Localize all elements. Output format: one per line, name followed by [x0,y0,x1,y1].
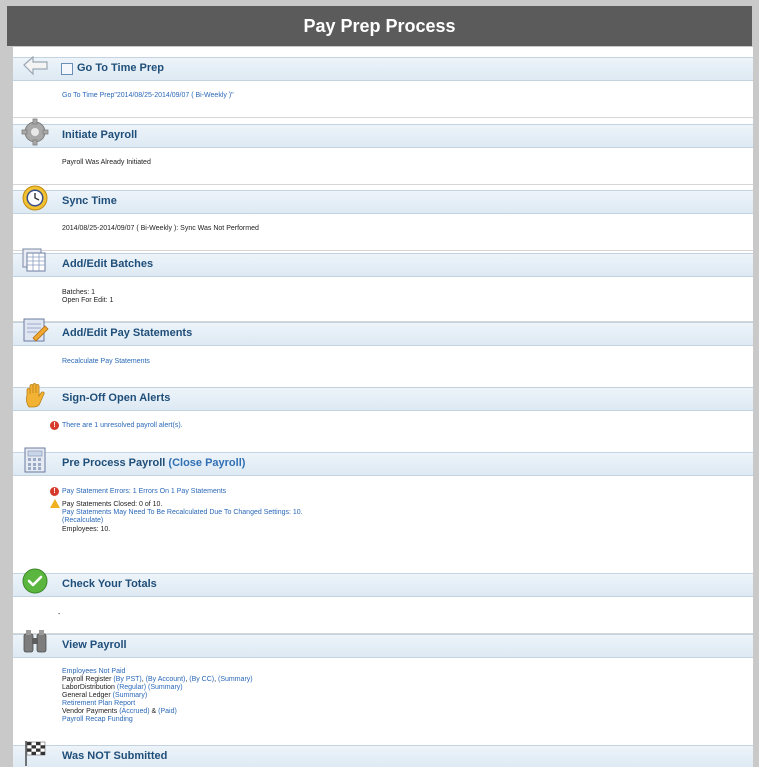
labor-distribution-regular-link[interactable]: (Regular) [117,684,146,691]
page-frame: Pay Prep Process Go To Time Prep Go To T… [0,0,759,767]
retirement-plan-report-link[interactable]: Retirement Plan Report [62,700,135,708]
labor-distribution-row: LaborDistribution (Regular) (Summary) [62,684,183,692]
section-body: Go To Time Prep"2014/08/25-2014/09/07 ( … [13,81,753,118]
sync-status-text: 2014/08/25-2014/09/07 ( Bi-Weekly ): Syn… [62,225,259,232]
unresolved-alerts-link[interactable]: There are 1 unresolved payroll alert(s). [62,422,183,430]
section-title[interactable]: Go To Time Prep [77,62,164,74]
section-title: View Payroll [62,639,127,651]
payroll-register-by-cc-link[interactable]: (By CC) [189,676,214,683]
pay-statement-errors-link[interactable]: Pay Statement Errors: 1 Errors On 1 Pay … [62,488,226,496]
section-header: Check Your Totals [13,568,753,597]
calculator-icon [24,447,46,473]
open-for-edit-count: Open For Edit: 1 [62,297,114,304]
gear-icon [21,118,49,146]
check-circle-icon [22,568,48,594]
section-body: Payroll Was Already Initiated [13,148,753,185]
section-check-your-totals: Check Your Totals - [13,568,753,634]
error-icon: ! [50,487,59,496]
vendor-payments-paid-link[interactable]: (Paid) [158,708,177,715]
section-header[interactable]: Add/Edit Pay Statements [13,318,753,346]
payroll-status-text: Payroll Was Already Initiated [62,159,151,166]
general-ledger-label: General Ledger [62,692,111,699]
edit-document-icon [23,318,49,342]
close-payroll-link[interactable]: (Close Payroll) [168,457,245,469]
section-title[interactable]: Add/Edit Batches [62,258,153,270]
totals-value: - [58,611,61,618]
section-body: Batches: 1 Open For Edit: 1 [13,277,753,322]
payroll-register-summary-link[interactable]: (Summary) [218,676,253,683]
back-arrow-icon[interactable] [21,53,49,81]
labor-distribution-label: LaborDistribution [62,684,115,691]
checkbox[interactable] [61,63,73,75]
section-go-to-time-prep: Go To Time Prep Go To Time Prep"2014/08/… [13,55,753,118]
ampersand: & [151,708,157,715]
section-was-not-submitted: Was NOT Submitted [13,741,753,767]
go-to-time-prep-link[interactable]: Go To Time Prep"2014/08/25-2014/09/07 ( … [62,92,234,100]
page-title: Pay Prep Process [7,6,752,46]
recalculate-pay-statements-link[interactable]: Recalculate Pay Statements [62,358,150,366]
section-header[interactable]: Go To Time Prep [13,55,753,81]
vendor-payments-row: Vendor Payments (Accrued) & (Paid) [62,708,177,716]
section-sign-off-open-alerts: Sign-Off Open Alerts ! There are 1 unres… [13,383,753,456]
section-body: ! There are 1 unresolved payroll alert(s… [13,411,753,456]
section-body: - [13,597,753,634]
warning-icon [50,499,60,508]
vendor-payments-accrued-link[interactable]: (Accrued) [119,708,149,715]
payroll-register-by-pst-link[interactable]: (By PST) [113,676,141,683]
general-ledger-row: General Ledger (Summary) [62,692,147,700]
batches-icon [22,248,46,272]
recalculate-link[interactable]: (Recalculate) [62,517,103,525]
section-header: Initiate Payroll [13,118,753,148]
section-add-edit-pay-statements: Add/Edit Pay Statements Recalculate Pay … [13,318,753,391]
payroll-register-by-account-link[interactable]: (By Account) [146,676,186,683]
section-header: Pre Process Payroll (Close Payroll) [13,447,753,476]
section-title: Sync Time [62,195,117,207]
section-title: Check Your Totals [62,578,157,590]
section-sync-time: Sync Time 2014/08/25-2014/09/07 ( Bi-Wee… [13,185,753,251]
general-ledger-summary-link[interactable]: (Summary) [113,692,148,699]
payroll-recap-funding-link[interactable]: Payroll Recap Funding [62,716,133,724]
section-header: View Payroll [13,630,753,658]
section-title: Initiate Payroll [62,129,138,141]
section-body: ! Pay Statement Errors: 1 Errors On 1 Pa… [13,476,753,577]
vendor-payments-label: Vendor Payments [62,708,118,715]
section-add-edit-batches: Add/Edit Batches Batches: 1 Open For Edi… [13,248,753,322]
section-title: Pre Process Payroll (Close Payroll) [62,457,245,469]
checkered-flag-icon [25,741,46,766]
clock-icon [22,185,48,211]
section-header[interactable]: Sign-Off Open Alerts [13,383,753,411]
labor-distribution-summary-link[interactable]: (Summary) [148,684,183,691]
section-body: Recalculate Pay Statements [13,346,753,391]
section-header[interactable]: Add/Edit Batches [13,248,753,277]
section-header: Sync Time [13,185,753,214]
payroll-register-row: Payroll Register (By PST), (By Account),… [62,676,253,683]
payroll-register-label: Payroll Register [62,676,112,683]
process-list: Go To Time Prep Go To Time Prep"2014/08/… [13,47,753,767]
binoculars-icon [23,630,47,653]
section-initiate-payroll: Initiate Payroll Payroll Was Already Ini… [13,118,753,185]
employees-not-paid-link[interactable]: Employees Not Paid [62,668,125,676]
section-title[interactable]: Add/Edit Pay Statements [62,327,192,339]
section-pre-process-payroll: Pre Process Payroll (Close Payroll) ! Pa… [13,447,753,577]
section-body: 2014/08/25-2014/09/07 ( Bi-Weekly ): Syn… [13,214,753,251]
error-icon: ! [50,421,59,430]
hand-icon [26,383,45,408]
pre-process-payroll-label: Pre Process Payroll [62,457,166,469]
batches-count: Batches: 1 [62,289,96,296]
pay-statements-closed-text: Pay Statements Closed: 0 of 10. [62,501,163,508]
section-header: Was NOT Submitted [13,741,753,767]
recalculate-note-link[interactable]: Pay Statements May Need To Be Recalculat… [62,509,303,517]
section-title[interactable]: Sign-Off Open Alerts [62,392,170,404]
section-title: Was NOT Submitted [62,750,168,762]
employees-count: Employees: 10. [62,526,111,533]
